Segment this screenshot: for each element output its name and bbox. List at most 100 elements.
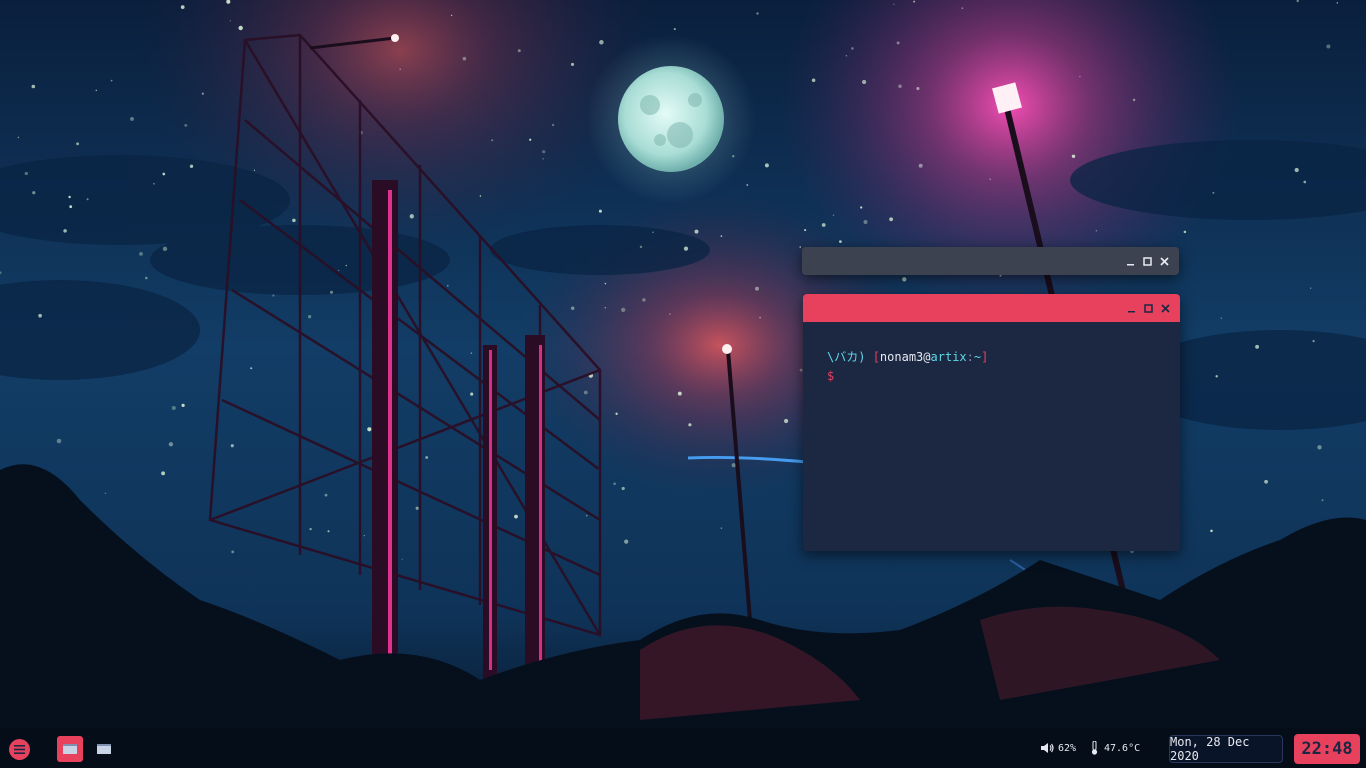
date-display[interactable]: Mon, 28 Dec 2020 <box>1169 735 1283 763</box>
star <box>425 456 429 459</box>
star <box>324 493 328 497</box>
star <box>889 217 893 222</box>
star <box>479 195 482 197</box>
star <box>604 282 607 285</box>
star <box>327 530 330 533</box>
star <box>171 405 176 411</box>
star <box>677 391 682 396</box>
star <box>1132 98 1136 102</box>
star <box>1183 230 1187 234</box>
prompt-cursor: $ <box>827 369 835 383</box>
star <box>86 198 89 201</box>
star <box>542 150 546 154</box>
window-titlebar[interactable] <box>802 247 1179 275</box>
star <box>409 214 414 219</box>
star <box>585 514 588 517</box>
star <box>399 68 402 70</box>
star <box>517 49 521 53</box>
star <box>902 277 907 282</box>
star <box>551 123 555 127</box>
star <box>583 390 588 395</box>
terminal-window[interactable]: \バカ) [nonam3@artix:~] $ <box>803 294 1180 551</box>
star <box>720 527 723 529</box>
close-icon[interactable] <box>1157 300 1174 317</box>
star <box>470 352 473 354</box>
star <box>104 492 107 495</box>
star <box>1336 2 1339 4</box>
input-line[interactable]: $ <box>827 367 1180 386</box>
prompt-symbol: \バカ) <box>827 350 866 364</box>
star <box>673 28 676 31</box>
star <box>863 219 868 225</box>
star <box>688 423 692 427</box>
star <box>1264 479 1268 484</box>
star <box>989 178 991 180</box>
maximize-icon[interactable] <box>1140 300 1157 317</box>
volume-value: 62% <box>1058 742 1077 754</box>
star <box>783 418 789 424</box>
temperature-value: 47.6°C <box>1104 742 1141 754</box>
prompt-host: artix <box>930 350 967 364</box>
star <box>811 78 816 83</box>
minimize-icon[interactable] <box>1123 300 1140 317</box>
star <box>621 307 626 313</box>
star <box>184 124 188 127</box>
star <box>189 164 194 168</box>
star <box>1310 287 1312 289</box>
star <box>598 209 602 213</box>
star <box>1212 191 1215 194</box>
star <box>110 79 113 82</box>
star <box>162 172 166 176</box>
taskbar-item[interactable] <box>57 736 83 762</box>
star <box>621 486 625 491</box>
star <box>613 482 616 486</box>
star <box>450 14 453 17</box>
star <box>1215 375 1218 378</box>
star <box>893 3 895 5</box>
inactive-window[interactable] <box>802 247 1179 275</box>
star <box>69 205 73 209</box>
taskbar-item[interactable] <box>91 736 117 762</box>
star <box>68 195 71 199</box>
star <box>229 20 232 22</box>
star <box>272 294 275 297</box>
star <box>799 246 801 248</box>
star <box>624 539 629 544</box>
star <box>307 315 312 319</box>
maximize-icon[interactable] <box>1139 253 1156 270</box>
star <box>345 264 348 267</box>
terminal-output[interactable]: \バカ) [nonam3@artix:~] $ <box>803 322 1180 386</box>
star <box>599 40 604 45</box>
star <box>491 139 494 142</box>
window-icon <box>63 744 77 754</box>
star <box>462 56 467 61</box>
menu-icon <box>14 745 25 754</box>
star <box>759 316 761 319</box>
star <box>720 235 723 237</box>
clock[interactable]: 22:48 <box>1294 734 1360 764</box>
star <box>604 307 606 309</box>
star <box>153 183 155 185</box>
star <box>639 245 643 249</box>
star <box>253 169 256 171</box>
star <box>1312 339 1315 343</box>
star <box>139 252 143 256</box>
star <box>683 246 689 251</box>
star <box>337 269 340 272</box>
minimize-icon[interactable] <box>1122 253 1139 270</box>
close-icon[interactable] <box>1156 253 1173 270</box>
star <box>181 403 185 407</box>
star <box>731 463 736 468</box>
volume-indicator[interactable]: 62% <box>1040 742 1076 754</box>
star <box>470 392 474 396</box>
star <box>756 12 759 15</box>
prompt-at: @ <box>923 350 931 364</box>
star <box>1210 529 1213 533</box>
app-launcher-button[interactable] <box>9 739 30 760</box>
star <box>231 550 235 554</box>
star <box>1294 167 1299 173</box>
window-titlebar[interactable] <box>803 294 1180 322</box>
star <box>694 229 699 234</box>
star <box>309 527 312 531</box>
star <box>961 7 964 10</box>
